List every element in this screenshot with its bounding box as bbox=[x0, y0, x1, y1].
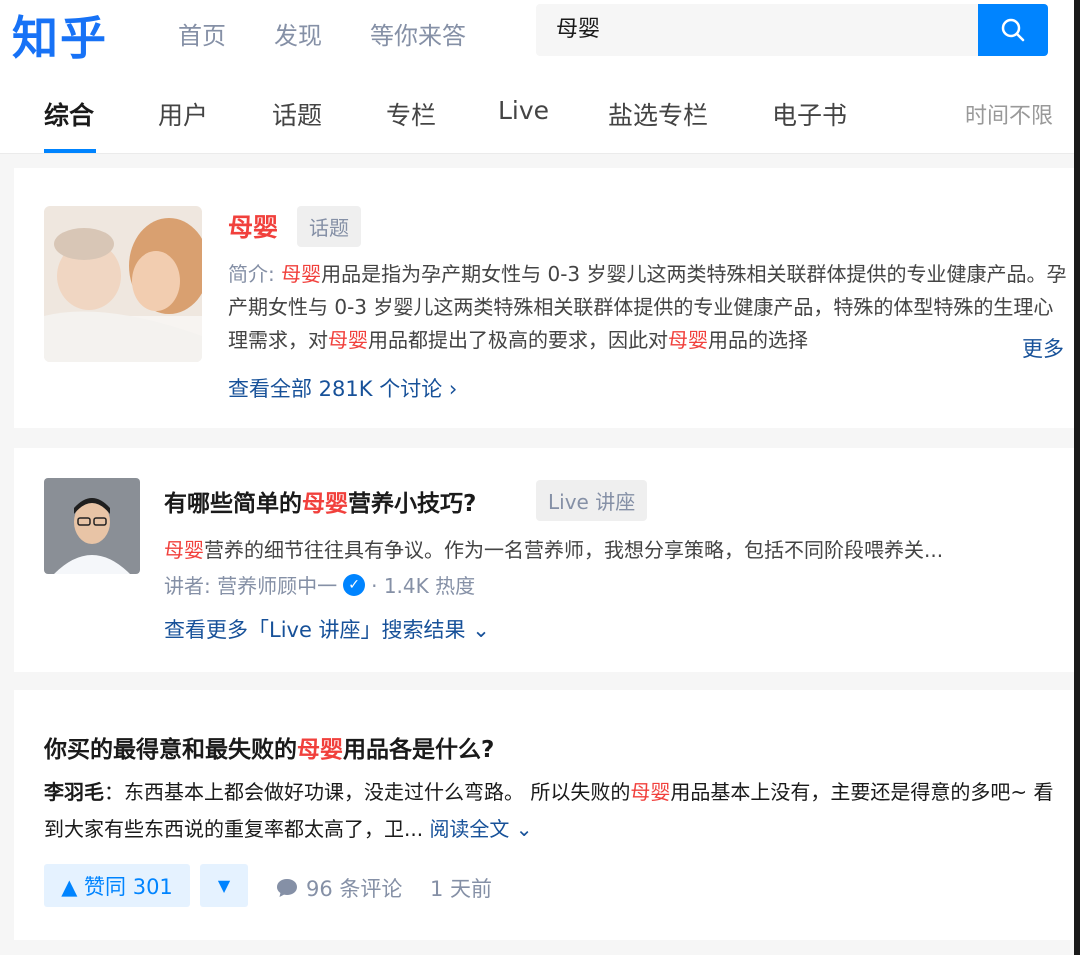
top-nav: 首页 发现 等你来答 bbox=[178, 16, 466, 51]
live-title-text: 营养小技巧? bbox=[348, 491, 477, 517]
downvote-button[interactable]: ▼ bbox=[200, 864, 248, 907]
speaker-avatar[interactable] bbox=[44, 478, 140, 574]
topic-title[interactable]: 母婴 bbox=[228, 208, 278, 244]
intro-label: 简介: bbox=[228, 262, 275, 286]
nav-home[interactable]: 首页 bbox=[178, 16, 226, 51]
top-header: 知乎 首页 发现 等你来答 母婴 bbox=[0, 0, 1080, 66]
post-time: 1 天前 bbox=[430, 877, 493, 901]
comment-icon bbox=[277, 879, 297, 897]
comments-button[interactable]: 96 条评论 bbox=[276, 873, 402, 903]
question-title-text: 你买的最得意和最失败的 bbox=[44, 737, 297, 763]
live-description-text: 营养的细节往往具有争议。作为一名营养师，我想分享策略，包括不同阶段喂养关... bbox=[204, 538, 944, 562]
keyword-highlight: 母婴 bbox=[302, 491, 348, 517]
nav-discover[interactable]: 发现 bbox=[274, 16, 322, 51]
more-live-results-link[interactable]: 查看更多「Live 讲座」搜索结果 ⌄ bbox=[164, 614, 490, 644]
question-title[interactable]: 你买的最得意和最失败的母婴用品各是什么? bbox=[44, 730, 494, 764]
live-tag: Live 讲座 bbox=[536, 480, 648, 521]
search-icon bbox=[1001, 18, 1025, 42]
more-link[interactable]: 更多 bbox=[1004, 333, 1064, 363]
window-edge bbox=[1074, 0, 1080, 955]
nav-waiting-answers[interactable]: 等你来答 bbox=[370, 16, 466, 51]
search-type-tabs: 综合 用户 话题 专栏 Live 盐选专栏 电子书 时间不限 bbox=[0, 66, 1074, 154]
time-filter-dropdown[interactable]: 时间不限 bbox=[965, 98, 1053, 130]
tab-topics[interactable]: 话题 bbox=[272, 96, 322, 132]
live-description[interactable]: 母婴营养的细节往往具有争议。作为一名营养师，我想分享策略，包括不同阶段喂养关..… bbox=[164, 534, 943, 563]
heat-count: · 1.4K 热度 bbox=[371, 574, 476, 598]
answer-author[interactable]: 李羽毛 bbox=[44, 780, 104, 804]
tab-all[interactable]: 综合 bbox=[44, 96, 94, 132]
view-all-discussions-link[interactable]: 查看全部 281K 个讨论 › bbox=[228, 373, 457, 403]
zhihu-logo[interactable]: 知乎 bbox=[12, 2, 108, 68]
upvote-button[interactable]: ▲ 赞同 301 bbox=[44, 864, 190, 907]
intro-text: 用品的选择 bbox=[708, 328, 808, 352]
verified-icon: ✓ bbox=[343, 573, 366, 596]
topic-intro: 简介: 母婴用品是指为孕产期女性与 0-3 岁婴儿这两类特殊相关联群体提供的专业… bbox=[228, 258, 1070, 357]
keyword-highlight: 母婴 bbox=[630, 780, 671, 804]
keyword-highlight: 母婴 bbox=[297, 737, 343, 763]
intro-text: 用品都提出了极高的要求，因此对 bbox=[368, 328, 668, 352]
tab-users[interactable]: 用户 bbox=[158, 96, 208, 132]
tab-ebooks[interactable]: 电子书 bbox=[772, 96, 847, 132]
live-card: 有哪些简单的母婴营养小技巧? Live 讲座 母婴营养的细节往往具有争议。作为一… bbox=[14, 448, 1074, 672]
keyword-highlight: 母婴 bbox=[164, 538, 204, 562]
topic-card: 母婴 话题 简介: 母婴用品是指为孕产期女性与 0-3 岁婴儿这两类特殊相关联群… bbox=[14, 168, 1074, 428]
speaker-name[interactable]: 讲者: 营养师顾中一 bbox=[164, 570, 337, 599]
comments-count: 96 条评论 bbox=[306, 877, 403, 901]
answer-excerpt[interactable]: 李羽毛：东西基本上都会做好功课，没走过什么弯路。 所以失败的母婴用品基本上没有，… bbox=[44, 774, 1064, 848]
topic-image[interactable] bbox=[44, 206, 202, 362]
tab-salt-columns[interactable]: 盐选专栏 bbox=[608, 96, 708, 132]
topic-tag: 话题 bbox=[297, 206, 361, 247]
active-tab-indicator bbox=[44, 149, 96, 153]
live-meta: 讲者: 营养师顾中一 ✓ · 1.4K 热度 bbox=[164, 570, 475, 599]
keyword-highlight: 母婴 bbox=[328, 328, 368, 352]
live-title-text: 有哪些简单的 bbox=[164, 491, 302, 517]
tab-live[interactable]: Live bbox=[498, 96, 549, 125]
tab-columns[interactable]: 专栏 bbox=[386, 96, 436, 132]
keyword-highlight: 母婴 bbox=[668, 328, 708, 352]
question-card: 你买的最得意和最失败的母婴用品各是什么? 李羽毛：东西基本上都会做好功课，没走过… bbox=[14, 690, 1074, 940]
question-title-text: 用品各是什么? bbox=[343, 737, 495, 763]
keyword-highlight: 母婴 bbox=[281, 262, 322, 286]
excerpt-text: ：东西基本上都会做好功课，没走过什么弯路。 所以失败的 bbox=[104, 780, 631, 804]
search-input[interactable]: 母婴 bbox=[536, 4, 978, 56]
live-title[interactable]: 有哪些简单的母婴营养小技巧? bbox=[164, 484, 476, 518]
read-full-link[interactable]: 阅读全文 ⌄ bbox=[429, 817, 532, 841]
search-button[interactable] bbox=[978, 4, 1048, 56]
